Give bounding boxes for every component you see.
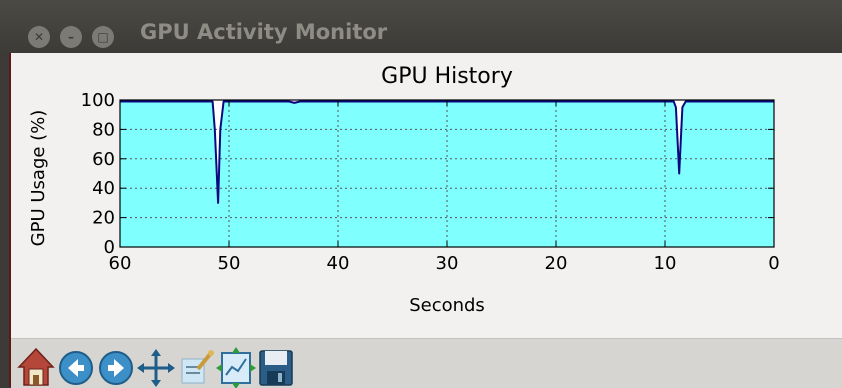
zoom-icon xyxy=(181,350,214,384)
x-tick-label: 20 xyxy=(545,253,568,274)
save-button[interactable] xyxy=(256,345,296,388)
x-tick-label: 40 xyxy=(327,253,350,274)
configure-subplots-icon xyxy=(216,347,256,388)
y-tick-label: 60 xyxy=(92,149,115,170)
y-tick-label: 20 xyxy=(92,208,115,229)
zoom-button[interactable] xyxy=(176,345,216,388)
back-button[interactable] xyxy=(56,345,96,388)
configure-subplots-button[interactable] xyxy=(216,345,256,388)
window-title: GPU Activity Monitor xyxy=(140,20,388,44)
window-close-button[interactable]: ✕ xyxy=(28,26,50,48)
home-button[interactable] xyxy=(16,345,56,388)
navigation-toolbar xyxy=(11,338,842,388)
y-tick-label: 0 xyxy=(104,237,115,258)
pan-button[interactable] xyxy=(136,345,176,388)
y-tick-label: 100 xyxy=(81,90,115,111)
x-tick-label: 10 xyxy=(654,253,677,274)
forward-button[interactable] xyxy=(96,345,136,388)
window-minimize-button[interactable]: – xyxy=(60,26,82,48)
back-icon xyxy=(59,351,93,385)
x-axis-label: Seconds xyxy=(409,295,485,316)
y-tick-label: 40 xyxy=(92,178,115,199)
window-maximize-button[interactable]: □ xyxy=(92,26,114,48)
x-tick-label: 50 xyxy=(218,253,241,274)
pan-icon xyxy=(137,349,175,387)
gpu-history-chart: GPU History GPU Usage (%) Seconds 60 50 40… xyxy=(28,64,780,316)
save-icon xyxy=(259,350,293,386)
home-icon xyxy=(17,347,55,386)
x-tick-label: 30 xyxy=(436,253,459,274)
x-tick-label: 0 xyxy=(768,253,779,274)
y-axis-label: GPU Usage (%) xyxy=(28,110,49,247)
chart-title: GPU History xyxy=(381,64,513,89)
y-tick-label: 80 xyxy=(92,119,115,140)
window-titlebar[interactable]: ✕ – □ GPU Activity Monitor xyxy=(0,0,842,53)
forward-icon xyxy=(99,351,133,385)
plot-canvas-area: GPU History GPU Usage (%) Seconds 60 50 40… xyxy=(11,53,842,387)
